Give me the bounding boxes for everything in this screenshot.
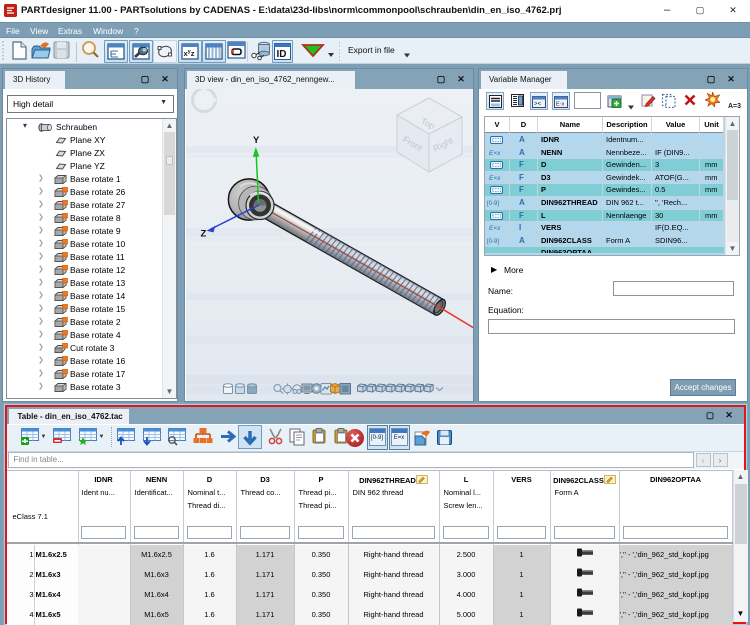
svg-text:Z: Z <box>201 229 207 240</box>
svg-text:E·x: E·x <box>556 102 565 108</box>
svg-text:><: >< <box>534 101 542 108</box>
svg-text:Y: Y <box>253 135 260 146</box>
svg-text:ID: ID <box>277 49 287 60</box>
